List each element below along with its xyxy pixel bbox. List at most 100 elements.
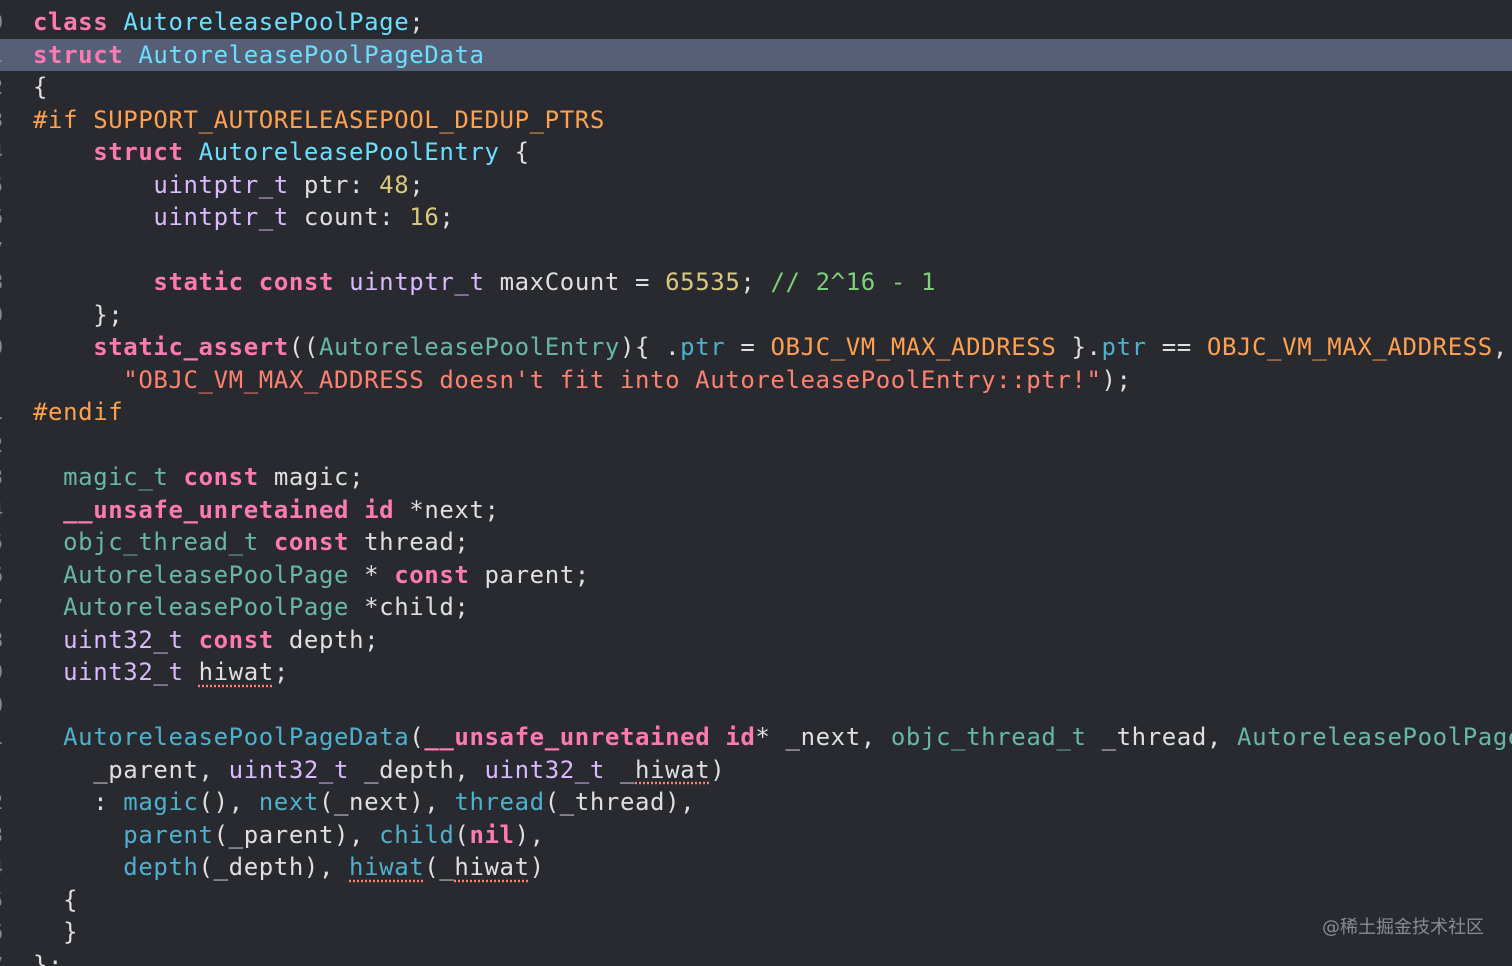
code-token: _parent, <box>33 755 229 784</box>
code-token: (), <box>198 788 259 816</box>
code-line[interactable]: 2 : magic(), next(_next), thread(_thread… <box>0 786 1512 819</box>
code-line[interactable]: 1 #endif <box>0 396 1512 429</box>
code-token: objc_thread_t <box>890 723 1087 751</box>
code-token: id <box>364 495 395 524</box>
code-token: _thread, <box>1086 723 1238 751</box>
code-text: uint32_t hiwat; <box>33 656 289 689</box>
code-token: : <box>33 788 124 816</box>
code-line[interactable]: 0 <box>0 689 1512 722</box>
code-line[interactable]: 2{ <box>0 71 1512 104</box>
code-text: _parent, uint32_t _depth, uint32_t _hiwa… <box>33 754 725 787</box>
code-text: struct AutoreleasePoolEntry { <box>33 136 530 169</box>
code-token: ) <box>710 755 726 784</box>
code-line[interactable]: 6 uintptr_t count: 16; <box>0 201 1512 234</box>
code-line[interactable]: 3 magic_t const magic; <box>0 461 1512 494</box>
code-line[interactable]: 5 objc_thread_t const thread; <box>0 526 1512 559</box>
code-token: *next; <box>394 495 500 524</box>
code-token: const <box>183 463 259 491</box>
code-token: ), <box>514 820 545 849</box>
code-text: struct AutoreleasePoolPageData <box>33 39 485 72</box>
code-text: static const uintptr_t maxCount = 65535;… <box>33 266 936 299</box>
code-token: ptr: <box>288 170 380 199</box>
code-line[interactable]: 4 struct AutoreleasePoolEntry { <box>0 136 1512 169</box>
code-line[interactable]: 4 depth(_depth), hiwat(_hiwat) <box>0 851 1512 884</box>
code-token: struct <box>93 138 184 166</box>
line-number: 7 <box>0 591 9 624</box>
code-token: depth; <box>273 625 380 654</box>
code-token: count: <box>288 203 410 231</box>
code-token: magic; <box>258 463 365 491</box>
code-token: child <box>379 820 455 849</box>
line-number: 1 <box>0 721 9 754</box>
code-line[interactable]: 3 #if SUPPORT_AUTORELEASEPOOL_DEDUP_PTRS <box>0 104 1512 137</box>
line-number: 1 <box>0 39 9 72</box>
code-token: const <box>258 268 335 296</box>
code-token: const <box>273 528 350 556</box>
code-token: (_depth), <box>198 853 350 881</box>
code-token: ; <box>273 658 289 686</box>
code-line[interactable]: 9 uint32_t hiwat; <box>0 656 1512 689</box>
code-text: }; <box>33 949 63 966</box>
code-line[interactable]: 0 class AutoreleasePoolPage; <box>0 6 1512 39</box>
code-line[interactable]: 1 AutoreleasePoolPageData(__unsafe_unret… <box>0 721 1512 754</box>
line-number: 2 <box>0 429 9 462</box>
line-number: 6 <box>0 559 9 592</box>
code-token: ; <box>439 203 455 231</box>
code-line[interactable]: 1 struct AutoreleasePoolPageData <box>0 38 1512 72</box>
code-token: uint32_t <box>63 658 184 686</box>
code-token: OBJC_VM_MAX_ADDRESS <box>1206 333 1493 361</box>
code-text: uintptr_t count: 16; <box>33 201 454 234</box>
code-token: __unsafe_unretained <box>424 723 711 751</box>
line-number: 0 <box>0 6 9 39</box>
line-number: 1 <box>0 396 9 429</box>
code-line[interactable]: 4 __unsafe_unretained id *next; <box>0 494 1512 527</box>
code-token: AutoreleasePoolPage <box>123 8 410 36</box>
line-number: 0 <box>0 689 9 722</box>
code-line[interactable]: 6 AutoreleasePoolPage * const parent; <box>0 559 1512 592</box>
code-line[interactable]: 6 } <box>0 916 1512 949</box>
code-token: const <box>394 560 470 589</box>
code-line[interactable]: _parent, uint32_t _depth, uint32_t _hiwa… <box>0 754 1512 787</box>
code-token: , <box>1492 333 1508 361</box>
code-token: *child; <box>349 593 470 621</box>
code-line[interactable]: 5 uintptr_t ptr: 48; <box>0 169 1512 202</box>
code-token: = <box>725 333 771 361</box>
code-text: __unsafe_unretained id *next; <box>33 494 500 527</box>
code-line[interactable]: 8 static const uintptr_t maxCount = 6553… <box>0 266 1512 299</box>
line-number: 5 <box>0 526 9 559</box>
code-line[interactable]: 2 <box>0 429 1512 462</box>
line-number: 6 <box>0 201 9 234</box>
code-line[interactable]: 3 parent(_parent), child(nil), <box>0 819 1512 852</box>
code-token: AutoreleasePoolPage <box>1237 723 1512 751</box>
code-token: class <box>33 8 109 36</box>
code-line[interactable]: 9 }; <box>0 299 1512 332</box>
code-token: // 2^16 - 1 <box>770 268 937 296</box>
code-line[interactable]: 7 <box>0 234 1512 267</box>
line-number: 9 <box>0 656 9 689</box>
code-line[interactable]: 5 { <box>0 884 1512 917</box>
code-token: } <box>33 918 79 946</box>
code-text: uintptr_t ptr: 48; <box>33 169 424 202</box>
code-token: ptr <box>1101 333 1147 361</box>
code-text: { <box>33 71 48 104</box>
code-token: _ <box>604 755 636 784</box>
code-line[interactable]: 0 static_assert((AutoreleasePoolEntry){ … <box>0 331 1512 364</box>
code-token: ( <box>409 723 425 751</box>
code-text: magic_t const magic; <box>33 461 364 494</box>
code-editor[interactable]: 0 class AutoreleasePoolPage; 1 struct Autor… <box>0 0 1512 966</box>
code-line[interactable]: "OBJC_VM_MAX_ADDRESS doesn't fit into Au… <box>0 364 1512 397</box>
code-line[interactable]: 7}; <box>0 949 1512 966</box>
code-line[interactable]: 7 AutoreleasePoolPage *child; <box>0 591 1512 624</box>
code-line[interactable]: 8 uint32_t const depth; <box>0 624 1512 657</box>
code-text: #endif <box>33 396 123 429</box>
